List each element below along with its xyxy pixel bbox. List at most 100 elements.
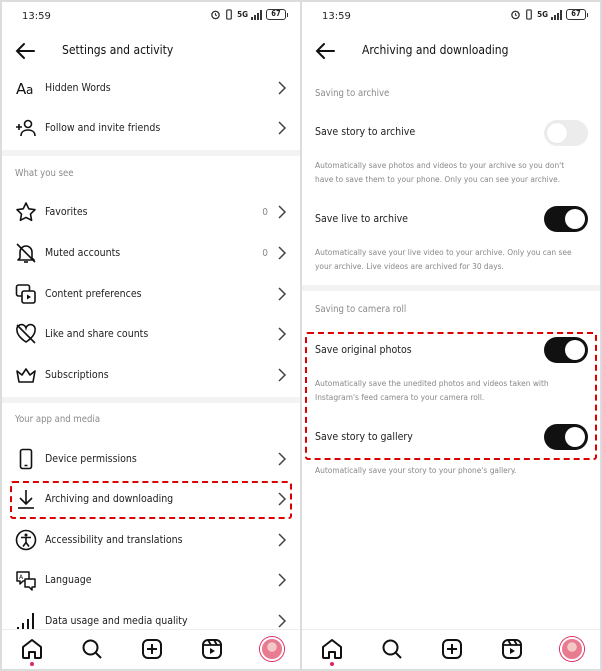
language-icon: A bbox=[15, 569, 37, 591]
section-divider bbox=[302, 285, 600, 291]
toggle-knob bbox=[565, 427, 585, 447]
home-icon[interactable] bbox=[20, 637, 44, 661]
back-arrow-icon[interactable] bbox=[314, 40, 336, 62]
settings-item-subscriptions[interactable]: Subscriptions bbox=[2, 355, 300, 395]
chevron-right-icon bbox=[278, 327, 287, 341]
active-tab-dot bbox=[330, 662, 334, 666]
section-title-app-media: Your app and media bbox=[15, 414, 101, 425]
muted-bell-icon bbox=[15, 242, 37, 264]
save-original-photos-desc: Automatically save the unedited photos a… bbox=[315, 378, 549, 402]
status-bar: 13:59 5G 67 bbox=[2, 2, 300, 34]
settings-item-label: Data usage and media quality bbox=[45, 615, 188, 627]
star-icon bbox=[15, 201, 37, 223]
save-story-gallery-toggle[interactable] bbox=[544, 424, 588, 450]
save-story-gallery-desc: Automatically save your story to your ph… bbox=[315, 465, 517, 475]
muted-count: 0 bbox=[262, 247, 268, 259]
chevron-right-icon bbox=[278, 246, 287, 260]
section-title-archive: Saving to archive bbox=[315, 88, 390, 99]
save-story-archive-toggle[interactable] bbox=[544, 120, 588, 146]
status-time: 13:59 bbox=[22, 11, 51, 22]
save-live-archive-toggle[interactable] bbox=[544, 206, 588, 232]
settings-item-label: Language bbox=[45, 574, 92, 586]
search-icon[interactable] bbox=[80, 637, 104, 661]
settings-item-content-preferences[interactable]: Content preferences bbox=[2, 274, 300, 314]
settings-item-label: Muted accounts bbox=[45, 247, 121, 259]
network-label: 5G bbox=[537, 10, 548, 19]
crown-icon bbox=[15, 364, 37, 386]
battery-indicator: 67 bbox=[566, 9, 588, 20]
highlight-box bbox=[10, 481, 292, 519]
signal-bars-icon bbox=[251, 9, 262, 20]
chevron-right-icon bbox=[278, 81, 287, 95]
chevron-right-icon bbox=[278, 614, 287, 628]
settings-item-muted-accounts[interactable]: Muted accounts 0 bbox=[2, 233, 300, 273]
section-title-what-you-see: What you see bbox=[15, 168, 74, 179]
network-label: 5G bbox=[237, 10, 248, 19]
settings-screen: 13:59 5G 67 Settings and activity Aa Hid… bbox=[2, 2, 300, 669]
settings-item-language[interactable]: A Language bbox=[2, 560, 300, 600]
vibrate-icon bbox=[526, 9, 532, 20]
profile-avatar[interactable] bbox=[560, 637, 584, 661]
svg-text:A: A bbox=[19, 574, 24, 581]
settings-item-label: Favorites bbox=[45, 206, 88, 218]
alarm-icon bbox=[211, 10, 220, 20]
settings-item-favorites[interactable]: Favorites 0 bbox=[2, 192, 300, 232]
reels-icon[interactable] bbox=[500, 637, 524, 661]
save-live-archive-label: Save live to archive bbox=[315, 213, 408, 225]
save-original-photos-label: Save original photos bbox=[315, 344, 412, 356]
page-header: Settings and activity bbox=[2, 34, 300, 68]
settings-item-label: Subscriptions bbox=[45, 369, 109, 381]
settings-item-label: Accessibility and translations bbox=[45, 534, 183, 546]
settings-item-label: Content preferences bbox=[45, 288, 142, 300]
chevron-right-icon bbox=[278, 121, 287, 135]
media-icon bbox=[15, 283, 37, 305]
add-person-icon bbox=[15, 117, 37, 139]
chevron-right-icon bbox=[278, 573, 287, 587]
heart-off-icon bbox=[15, 323, 37, 345]
reels-icon[interactable] bbox=[200, 637, 224, 661]
profile-avatar[interactable] bbox=[260, 637, 284, 661]
toggle-knob bbox=[547, 123, 567, 143]
settings-item-device-permissions[interactable]: Device permissions bbox=[2, 439, 300, 479]
back-arrow-icon[interactable] bbox=[14, 40, 36, 62]
favorites-count: 0 bbox=[262, 206, 268, 218]
toggle-knob bbox=[565, 209, 585, 229]
section-title-camera-roll: Saving to camera roll bbox=[315, 304, 407, 315]
chevron-right-icon bbox=[278, 533, 287, 547]
chevron-right-icon bbox=[278, 287, 287, 301]
settings-item-label: Device permissions bbox=[45, 453, 137, 465]
save-story-archive-desc: Automatically save photos and videos to … bbox=[315, 160, 565, 184]
section-divider bbox=[2, 150, 300, 156]
section-divider bbox=[2, 397, 300, 403]
settings-item-hidden-words[interactable]: Aa Hidden Words bbox=[2, 68, 300, 108]
settings-item-accessibility[interactable]: Accessibility and translations bbox=[2, 520, 300, 560]
archiving-screen: 13:59 5G 67 Archiving and downloading Sa… bbox=[302, 2, 600, 669]
vibrate-icon bbox=[226, 9, 232, 20]
toggle-knob bbox=[565, 340, 585, 360]
phone-icon bbox=[15, 448, 37, 470]
save-live-archive-desc: Automatically save your live video to yo… bbox=[315, 247, 572, 271]
active-tab-dot bbox=[30, 662, 34, 666]
settings-item-follow-invite[interactable]: Follow and invite friends bbox=[2, 108, 300, 148]
settings-item-like-share[interactable]: Like and share counts bbox=[2, 314, 300, 354]
alarm-icon bbox=[511, 10, 520, 20]
bottom-nav bbox=[2, 629, 300, 669]
text-aa-icon: Aa bbox=[15, 77, 37, 99]
bottom-nav bbox=[302, 629, 600, 669]
chevron-right-icon bbox=[278, 452, 287, 466]
chevron-right-icon bbox=[278, 368, 287, 382]
status-bar: 13:59 5G 67 bbox=[302, 2, 600, 34]
save-original-photos-toggle[interactable] bbox=[544, 337, 588, 363]
save-story-archive-label: Save story to archive bbox=[315, 126, 416, 138]
battery-indicator: 67 bbox=[266, 9, 288, 20]
search-icon[interactable] bbox=[380, 637, 404, 661]
accessibility-icon bbox=[15, 529, 37, 551]
create-icon[interactable] bbox=[140, 637, 164, 661]
page-title: Settings and activity bbox=[62, 43, 174, 57]
save-story-gallery-label: Save story to gallery bbox=[315, 431, 413, 443]
page-header: Archiving and downloading bbox=[302, 34, 600, 68]
home-icon[interactable] bbox=[320, 637, 344, 661]
create-icon[interactable] bbox=[440, 637, 464, 661]
settings-item-label: Like and share counts bbox=[45, 328, 149, 340]
settings-item-label: Follow and invite friends bbox=[45, 122, 161, 134]
